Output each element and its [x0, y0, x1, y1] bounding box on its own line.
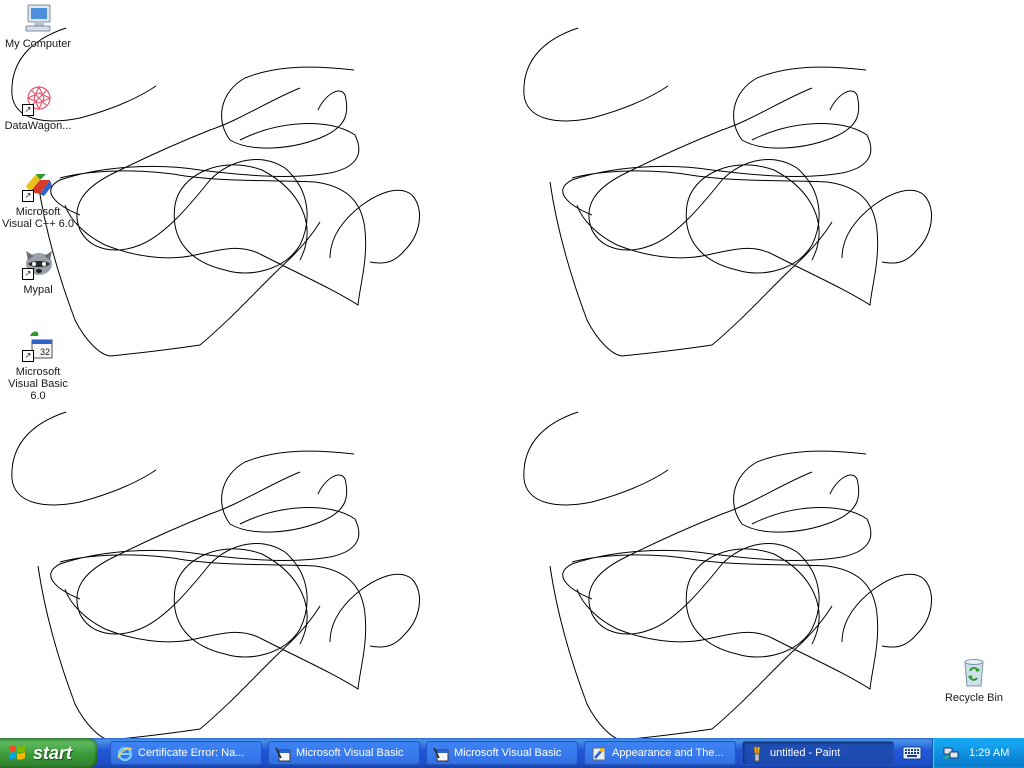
desktop-icon-mypal[interactable]: ↗ Mypal — [0, 248, 76, 296]
task-label: untitled - Paint — [770, 747, 841, 759]
desktop-icon-label: My Computer — [4, 38, 72, 50]
desktop-icon-datawagon[interactable]: ↗ DataWagon... — [0, 84, 76, 132]
mypal-icon: ↗ — [22, 248, 54, 280]
network-icon[interactable] — [943, 745, 959, 761]
scribble-copy — [523, 411, 932, 738]
task-label: Microsoft Visual Basic — [296, 747, 404, 759]
visual-basic-icon — [433, 747, 449, 762]
shortcut-arrow-icon: ↗ — [22, 104, 34, 116]
desktop-icon-label: DataWagon... — [4, 120, 72, 132]
visual-cpp-icon: ↗ — [22, 170, 54, 202]
windows-logo-icon — [9, 745, 25, 760]
shortcut-arrow-icon: ↗ — [22, 350, 34, 362]
start-button[interactable]: start — [0, 738, 98, 768]
desktop-icon-label: Microsoft Visual Basic 6.0 — [8, 366, 68, 402]
start-label: start — [33, 743, 73, 763]
control-panel-icon — [592, 747, 606, 761]
visual-basic-icon: 32 ↗ — [22, 330, 54, 362]
task-button-visual-basic-1[interactable]: Microsoft Visual Basic — [268, 741, 420, 765]
desktop-icon-visual-basic[interactable]: 32 ↗ Microsoft Visual Basic 6.0 — [0, 330, 76, 402]
clock[interactable]: 1:29 AM — [969, 738, 1009, 768]
paint-icon — [753, 746, 761, 762]
shortcut-arrow-icon: ↗ — [22, 268, 34, 280]
task-button-visual-basic-2[interactable]: Microsoft Visual Basic — [426, 741, 578, 765]
desktop-icon-label: Microsoft Visual C++ 6.0 — [2, 206, 74, 230]
datawagon-icon: ↗ — [22, 84, 54, 116]
task-button-certificate-error[interactable]: Certificate Error: Na... — [110, 741, 262, 765]
scribble-copy — [11, 411, 420, 738]
my-computer-icon — [22, 2, 54, 34]
task-label: Certificate Error: Na... — [138, 747, 245, 759]
task-label: Microsoft Visual Basic — [454, 747, 562, 759]
internet-explorer-icon — [117, 746, 133, 762]
task-button-paint[interactable]: untitled - Paint — [742, 741, 894, 765]
taskbar: start Certificate Error: Na... Microsoft… — [0, 738, 1024, 768]
desktop[interactable]: My Computer ↗ DataWagon... ↗ Microsoft V… — [0, 0, 1024, 738]
desktop-icon-my-computer[interactable]: My Computer — [0, 2, 76, 50]
visual-basic-icon — [275, 747, 291, 762]
scribble-copy — [523, 27, 932, 357]
desktop-icon-label: Mypal — [23, 284, 53, 296]
desktop-icon-label: Recycle Bin — [944, 692, 1004, 704]
svg-text:32: 32 — [40, 347, 50, 357]
shortcut-arrow-icon: ↗ — [22, 190, 34, 202]
task-label: Appearance and The... — [612, 747, 724, 759]
scribble-drawing — [11, 27, 932, 738]
recycle-bin-icon — [958, 656, 990, 688]
desktop-icon-visual-cpp[interactable]: ↗ Microsoft Visual C++ 6.0 — [0, 170, 76, 230]
system-tray: 1:29 AM — [932, 738, 1024, 768]
keyboard-language-icon[interactable] — [898, 743, 926, 763]
desktop-icon-recycle-bin[interactable]: Recycle Bin — [936, 656, 1012, 704]
task-button-appearance-and-themes[interactable]: Appearance and The... — [584, 741, 736, 765]
